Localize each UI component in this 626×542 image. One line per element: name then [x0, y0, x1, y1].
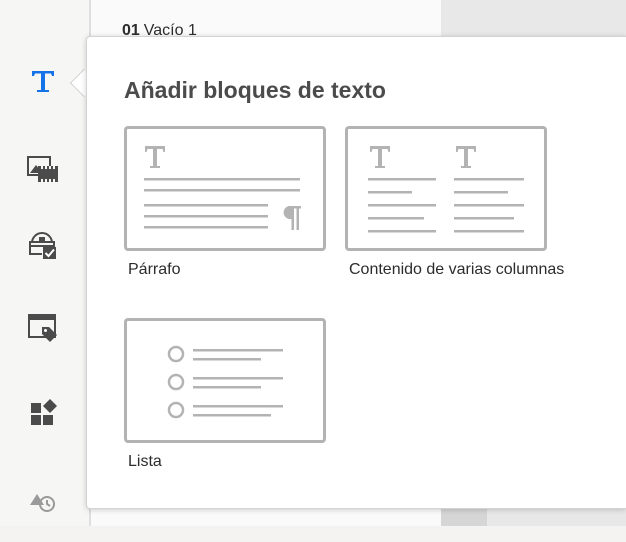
- grid-diamond-icon: [31, 399, 57, 425]
- rail-text-button[interactable]: [22, 60, 64, 102]
- stamp-check-icon: [29, 232, 56, 259]
- add-text-blocks-popover: Añadir bloques de texto Párrafo Contenid…: [86, 36, 626, 509]
- scrollbar-track[interactable]: [441, 508, 487, 526]
- paragraph-block-icon: [144, 146, 301, 230]
- multi-column-block[interactable]: Contenido de varias columnas: [345, 126, 564, 286]
- multi-column-block-icon: [368, 146, 524, 233]
- text-t-icon: [32, 71, 54, 92]
- popover-title: Añadir bloques de texto: [124, 77, 386, 103]
- list-block-icon: [167, 345, 283, 419]
- side-rail: [0, 36, 86, 526]
- window-tag-icon: [28, 314, 57, 342]
- rail-media-button[interactable]: [22, 148, 64, 190]
- paragraph-block-thumbnail: [124, 126, 326, 251]
- rail-offer-button[interactable]: [22, 306, 64, 348]
- rail-shapes-history-button[interactable]: [22, 479, 64, 521]
- rail-components-button[interactable]: [22, 392, 64, 434]
- list-block[interactable]: Lista: [124, 318, 326, 478]
- paragraph-block[interactable]: Párrafo: [124, 126, 326, 286]
- bottom-strip: [0, 526, 626, 542]
- multi-column-block-label: Contenido de varias columnas: [349, 261, 565, 278]
- rail-approval-button[interactable]: [22, 224, 64, 266]
- paragraph-block-label: Párrafo: [128, 261, 181, 278]
- shapes-history-icon: [30, 494, 55, 512]
- list-block-label: Lista: [128, 453, 162, 470]
- multi-column-block-thumbnail: [345, 126, 547, 251]
- image-video-icon: [27, 156, 58, 182]
- list-block-thumbnail: [124, 318, 326, 443]
